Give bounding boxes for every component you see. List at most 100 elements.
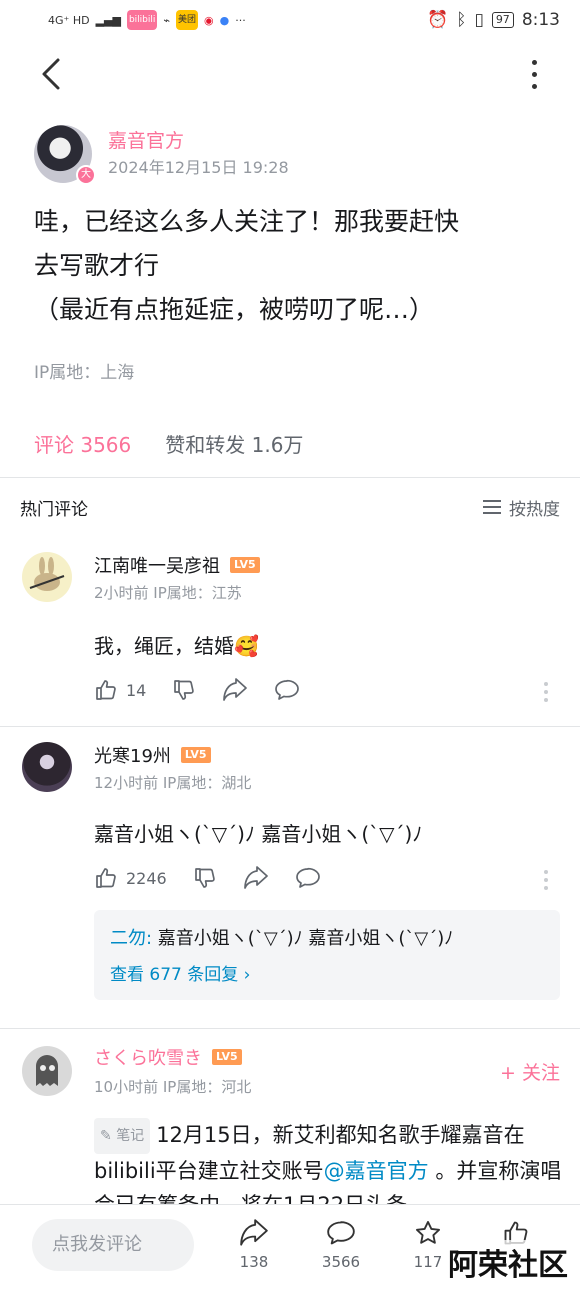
commenter-name[interactable]: 江南唯一吴彦祖 <box>94 552 220 578</box>
meituan-app-icon: 美团 <box>176 10 199 30</box>
author-info: 嘉音官方 2024年12月15日 19:28 <box>108 127 289 181</box>
status-right: ⏰ ᛒ ▯ 97 8:13 <box>427 10 560 30</box>
share-count: 138 <box>239 1253 269 1271</box>
bluetooth-icon: ᛒ <box>456 10 467 30</box>
comment-item: 江南唯一吴彦祖 LV5 2小时前 IP属地：江苏 我，绳匠，结婚🥰 14 <box>0 530 580 726</box>
level-badge: LV5 <box>230 557 260 573</box>
share-icon <box>243 866 268 889</box>
more-options-button[interactable] <box>522 54 546 94</box>
comment-text: ✎ 笔记 12月15日，新艾利都知名歌手耀嘉音在bilibili平台建立社交账号@… <box>94 1118 564 1204</box>
tab-bar: 评论 3566 赞和转发 1.6万 <box>0 420 580 478</box>
vibrate-icon: ▯ <box>474 10 484 30</box>
status-time: 8:13 <box>521 10 560 30</box>
hot-comments-header: 热门评论 按热度 <box>0 484 580 530</box>
like-button[interactable]: 2246 <box>94 866 167 890</box>
sort-button[interactable]: 按热度 <box>483 495 560 520</box>
thumbs-up-icon <box>96 680 116 700</box>
verified-badge: 大 <box>76 165 96 185</box>
network-indicator: 4G⁺ HD <box>48 13 90 27</box>
commenter-name-row: 江南唯一吴彦祖 LV5 <box>94 552 260 578</box>
commenter-avatar[interactable] <box>22 552 72 602</box>
hot-comments-title: 热门评论 <box>20 499 88 520</box>
comment-post-button[interactable]: 3566 <box>311 1219 371 1271</box>
weibo-icon: ◉ <box>204 13 214 27</box>
bilibili-app-icon: bilibili <box>126 10 158 30</box>
comment-text: 我，绳匠，结婚🥰 <box>94 634 259 658</box>
reply-author[interactable]: 二勿: <box>110 928 152 949</box>
comment-bubble-icon <box>295 867 320 888</box>
reply-button[interactable] <box>295 866 321 890</box>
author-avatar[interactable]: 大 <box>34 125 96 185</box>
mention-link[interactable]: @嘉音官方 <box>324 1159 429 1183</box>
comment-bubble-icon <box>275 679 300 700</box>
note-icon: ✎ <box>100 1128 112 1144</box>
rabbit-avatar-icon <box>29 557 65 591</box>
view-replies-link[interactable]: 查看 677 条回复 › <box>110 960 544 985</box>
dislike-button[interactable] <box>172 678 196 702</box>
status-bar: 4G⁺ HD ▂▄▆ bilibili ⌁ 美团 ◉ ● ··· ⏰ ᛒ ▯ 9… <box>0 0 580 40</box>
comment-input[interactable]: 点我发评论 <box>32 1219 194 1271</box>
commenter-avatar[interactable] <box>22 742 72 792</box>
top-nav <box>0 40 580 110</box>
thumbs-up-icon <box>96 868 116 888</box>
signal-icon: ▂▄▆ <box>95 13 121 27</box>
reply-button[interactable] <box>274 678 300 702</box>
dot <box>531 59 537 65</box>
dislike-button[interactable] <box>193 866 217 890</box>
ghost-avatar-icon <box>36 1055 58 1086</box>
tab-comments[interactable]: 评论 3566 <box>34 420 131 477</box>
commenter-avatar[interactable] <box>22 1046 72 1096</box>
comment-meta: 2小时前 IP属地：江苏 <box>94 584 242 602</box>
reply-preview-line: 二勿: 嘉音小姐ヽ(ˋ▽ˊ)ﾉ 嘉音小姐ヽ(ˋ▽ˊ)ﾉ <box>110 926 544 952</box>
share-button[interactable] <box>222 678 248 702</box>
level-badge: LV5 <box>212 1049 242 1065</box>
share-button[interactable] <box>243 866 269 890</box>
follow-button[interactable]: + 关注 <box>500 1058 560 1085</box>
commenter-name-row: さくら吹雪き LV5 <box>94 1044 242 1070</box>
comment-count: 3566 <box>321 1253 361 1271</box>
back-button[interactable] <box>32 54 72 94</box>
status-left: 4G⁺ HD ▂▄▆ bilibili ⌁ 美团 ◉ ● ··· <box>48 10 246 30</box>
dot <box>531 83 537 89</box>
thumbs-down-icon <box>194 868 215 888</box>
dot <box>531 71 537 77</box>
share-icon <box>223 678 248 701</box>
comment-meta: 10小时前 IP属地：河北 <box>94 1078 252 1096</box>
note-tag: ✎ 笔记 <box>94 1118 151 1154</box>
commenter-name[interactable]: 光寒19州 <box>94 742 171 768</box>
post-time: 2024年12月15日 19:28 <box>108 158 289 177</box>
comment-actions: 2246 <box>94 866 347 890</box>
more-notifications-icon: ··· <box>235 13 246 27</box>
tab-likes-reposts[interactable]: 赞和转发 1.6万 <box>165 420 303 477</box>
comment-more-button[interactable] <box>544 682 550 702</box>
post-ip-location: IP属地：上海 <box>34 363 135 383</box>
commenter-name[interactable]: さくら吹雪き <box>94 1044 202 1070</box>
comment-bubble-icon <box>327 1221 355 1245</box>
chevron-left-icon <box>42 58 60 90</box>
alarm-icon: ⏰ <box>427 10 449 30</box>
share-icon <box>240 1219 268 1246</box>
like-count: 2246 <box>126 868 167 888</box>
thumbs-down-icon <box>174 680 195 700</box>
comment-meta: 12小时前 IP属地：湖北 <box>94 774 252 792</box>
comment-item: 光寒19州 LV5 12小时前 IP属地：湖北 嘉音小姐ヽ(ˋ▽ˊ)ﾉ 嘉音小姐… <box>0 726 580 1028</box>
comment-more-button[interactable] <box>544 870 550 890</box>
note-tag-label: 笔记 <box>116 1128 145 1144</box>
like-count: 14 <box>126 680 147 700</box>
post-author: 大 嘉音官方 2024年12月15日 19:28 <box>34 125 289 185</box>
battery-indicator: 97 <box>491 12 514 28</box>
comment-actions: 14 <box>94 678 326 702</box>
sort-icon <box>483 500 501 514</box>
watermark: 阿荣社区 <box>444 1240 572 1284</box>
comment-text: 嘉音小姐ヽ(ˋ▽ˊ)ﾉ 嘉音小姐ヽ(ˋ▽ˊ)ﾉ <box>94 822 423 846</box>
level-badge: LV5 <box>180 747 211 763</box>
share-post-button[interactable]: 138 <box>224 1219 284 1271</box>
browser-icon: ● <box>219 13 230 27</box>
replies-preview: 二勿: 嘉音小姐ヽ(ˋ▽ˊ)ﾉ 嘉音小姐ヽ(ˋ▽ˊ)ﾉ 查看 677 条回复 › <box>94 910 560 1000</box>
like-button[interactable]: 14 <box>94 678 146 702</box>
author-name[interactable]: 嘉音官方 <box>108 127 289 155</box>
star-icon <box>415 1220 441 1244</box>
sort-label: 按热度 <box>509 499 560 520</box>
commenter-name-row: 光寒19州 LV5 <box>94 742 211 768</box>
reply-text: 嘉音小姐ヽ(ˋ▽ˊ)ﾉ 嘉音小姐ヽ(ˋ▽ˊ)ﾉ <box>152 928 454 949</box>
